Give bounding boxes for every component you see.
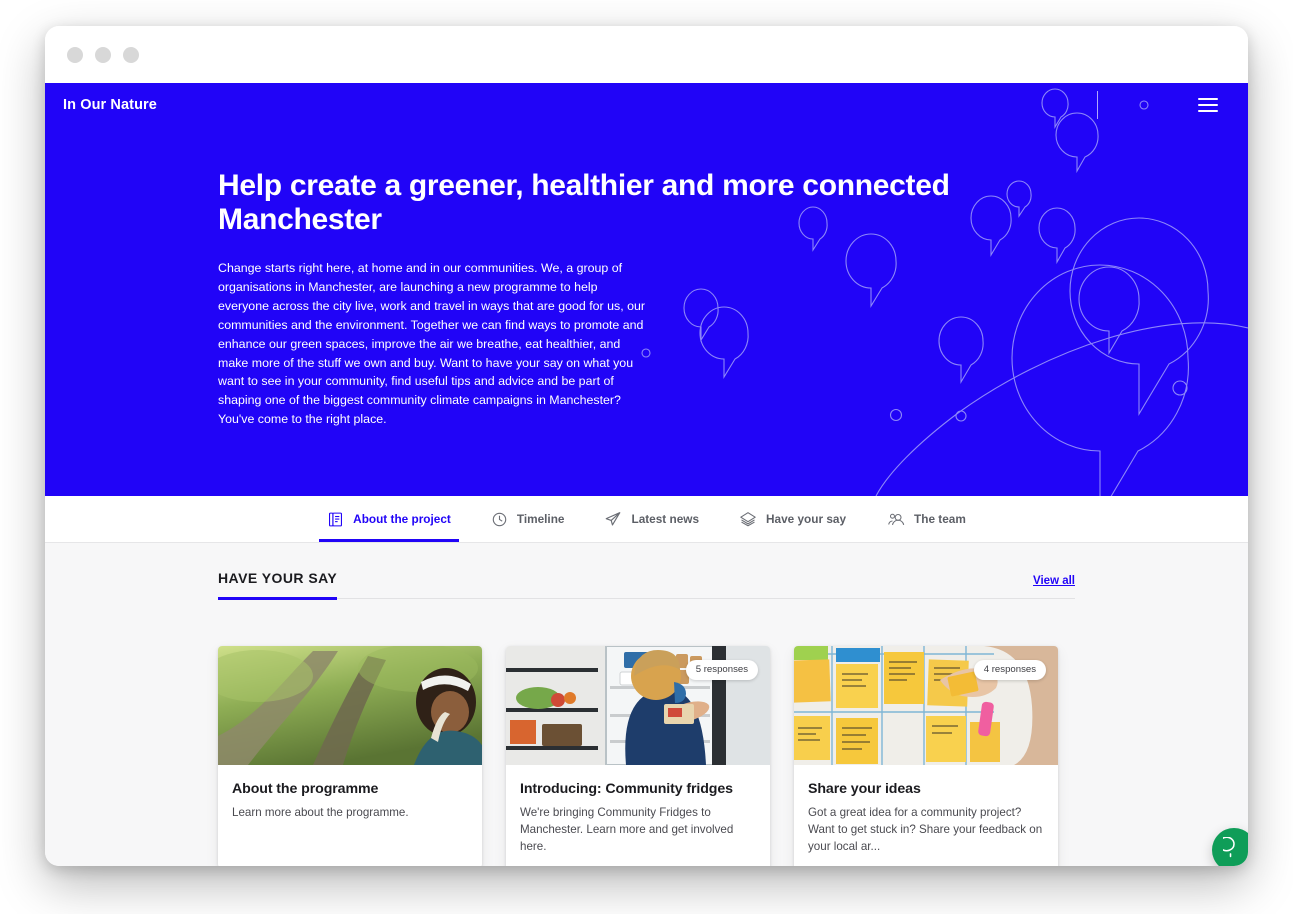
tab-timeline[interactable]: Timeline <box>471 496 585 542</box>
tab-label: The team <box>914 512 966 526</box>
section-title: HAVE YOUR SAY <box>218 570 338 600</box>
card-image: 4 responses <box>794 646 1058 765</box>
chat-bubble-icon <box>1218 835 1245 864</box>
tab-label: Timeline <box>516 512 565 526</box>
tab-about-the-project[interactable]: About the project <box>307 496 471 542</box>
hamburger-icon[interactable] <box>1198 97 1218 112</box>
card-title: Share your ideas <box>808 781 921 797</box>
responses-badge: 5 responses <box>685 660 758 680</box>
card-list: About the programme Learn more about the… <box>218 646 1075 866</box>
tab-have-your-say[interactable]: Have your say <box>719 496 866 542</box>
tab-label: Have your say <box>766 512 847 526</box>
card-introducing-community-fridges[interactable]: 5 responses Introducing: Community fridg… <box>506 646 770 866</box>
document-icon <box>327 511 344 528</box>
woman-in-woodland-photo <box>218 646 482 765</box>
card-text: Share your ideas Got a great idea for a … <box>794 765 1058 866</box>
section-tabbar: About the project Timeline Latest news H… <box>45 496 1248 543</box>
browser-titlebar <box>45 26 1248 83</box>
card-title: About the programme <box>232 781 379 797</box>
window-maximize-button[interactable] <box>123 46 139 63</box>
card-description: Learn more about the programme. <box>232 806 409 819</box>
card-text: Introducing: Community fridges We're bri… <box>506 765 770 866</box>
site-brand[interactable]: In Our Nature <box>63 97 157 113</box>
tab-latest-news[interactable]: Latest news <box>584 496 719 542</box>
main-content: HAVE YOUR SAY View all About the program… <box>45 543 1248 866</box>
window-minimize-button[interactable] <box>95 46 111 63</box>
browser-window: In Our Nature Help create a greener, hea… <box>45 26 1248 866</box>
people-icon <box>886 510 905 529</box>
header-divider <box>1097 90 1098 119</box>
card-image: 5 responses <box>506 646 770 765</box>
site-header: In Our Nature <box>45 83 1248 126</box>
paper-plane-icon <box>604 510 622 528</box>
window-close-button[interactable] <box>67 46 83 63</box>
clock-icon <box>491 511 508 528</box>
chat-widget-button[interactable] <box>1212 828 1248 866</box>
responses-badge: 4 responses <box>973 660 1046 680</box>
hero-banner: In Our Nature Help create a greener, hea… <box>45 83 1248 496</box>
card-image <box>218 646 482 765</box>
tab-label: Latest news <box>631 512 700 526</box>
hero-paragraph: Change starts right here, at home and in… <box>218 261 645 427</box>
header-right-group <box>1097 83 1218 126</box>
card-title: Introducing: Community fridges <box>520 781 733 797</box>
card-about-the-programme[interactable]: About the programme Learn more about the… <box>218 646 482 866</box>
layers-icon <box>739 510 757 528</box>
card-description: We're bringing Community Fridges to Manc… <box>520 806 734 853</box>
tab-the-team[interactable]: The team <box>866 496 986 542</box>
section-header: HAVE YOUR SAY View all <box>218 543 1075 600</box>
page-title: Help create a greener, healthier and mor… <box>218 169 950 237</box>
card-text: About the programme Learn more about the… <box>218 765 482 840</box>
tab-label: About the project <box>353 512 451 526</box>
hero-content: Help create a greener, healthier and mor… <box>45 126 1248 429</box>
card-share-your-ideas[interactable]: 4 responses Share your ideas Got a great… <box>794 646 1058 866</box>
view-all-link[interactable]: View all <box>1033 575 1075 598</box>
card-description: Got a great idea for a community project… <box>808 806 1043 853</box>
